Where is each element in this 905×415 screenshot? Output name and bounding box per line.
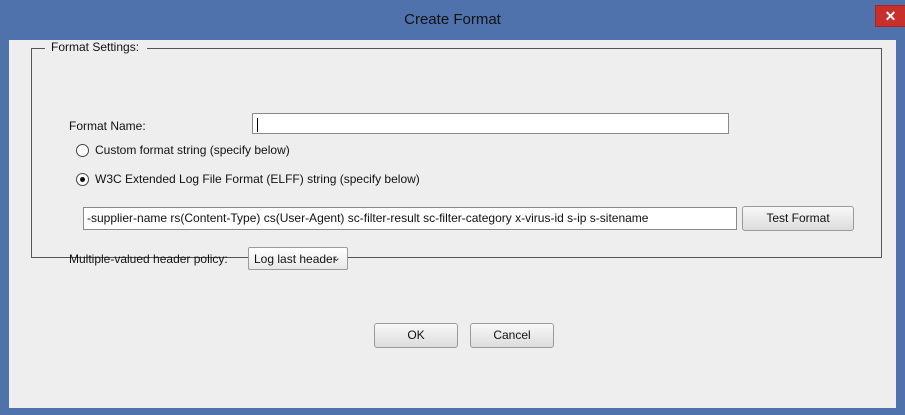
- close-icon[interactable]: ✕: [875, 5, 905, 27]
- format-name-label: Format Name:: [69, 119, 146, 133]
- w3c-format-label[interactable]: W3C Extended Log File Format (ELFF) stri…: [95, 172, 420, 186]
- cancel-button[interactable]: Cancel: [470, 323, 554, 348]
- create-format-dialog: Create Format ✕ Format Settings: Format …: [0, 0, 905, 415]
- header-policy-value: Log last header: [254, 252, 337, 266]
- format-settings-legend: Format Settings:: [45, 40, 148, 54]
- header-policy-label: Multiple-valued header policy:: [69, 252, 228, 266]
- text-cursor: [257, 118, 258, 132]
- format-name-input[interactable]: [252, 113, 729, 134]
- title-bar[interactable]: Create Format ✕: [0, 0, 905, 40]
- test-format-button[interactable]: Test Format: [742, 206, 854, 231]
- ok-button[interactable]: OK: [374, 323, 458, 348]
- custom-format-label[interactable]: Custom format string (specify below): [95, 143, 290, 157]
- chevron-down-icon: ⌄: [331, 252, 341, 264]
- custom-format-radio[interactable]: [76, 144, 89, 157]
- dialog-title: Create Format: [404, 11, 501, 28]
- w3c-format-radio[interactable]: [76, 173, 89, 186]
- format-string-input[interactable]: -supplier-name rs(Content-Type) cs(User-…: [83, 207, 737, 230]
- header-policy-select[interactable]: Log last header ⌄: [248, 247, 348, 270]
